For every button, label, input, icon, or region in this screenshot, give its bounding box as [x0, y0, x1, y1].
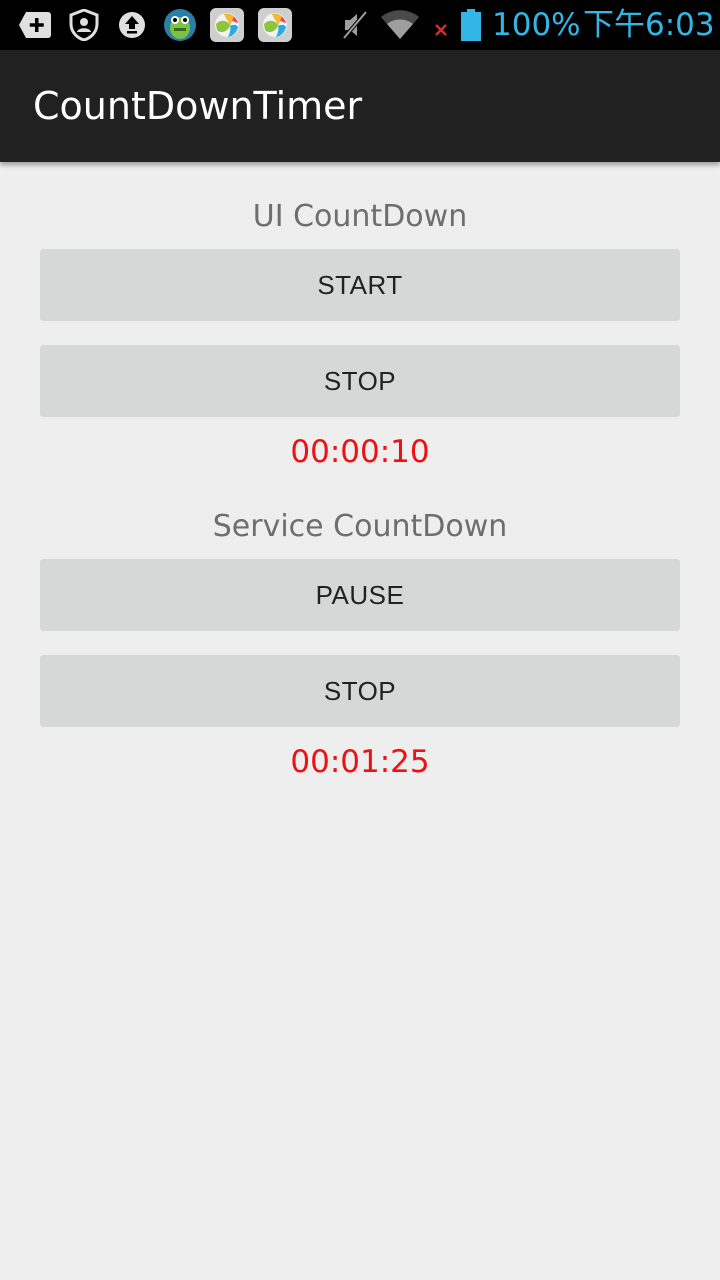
clock: 下午6:03 — [583, 7, 715, 43]
app-title: CountDownTimer — [33, 84, 363, 128]
upload-icon — [115, 8, 149, 42]
no-signal-x-icon — [428, 8, 454, 42]
wifi-icon — [380, 8, 420, 42]
service-stop-button[interactable]: STOP — [40, 655, 680, 727]
battery-percent: 100% — [492, 7, 581, 43]
ui-countdown-title: UI CountDown — [252, 199, 468, 234]
ui-timer-display: 00:00:10 — [290, 434, 430, 470]
ui-start-button[interactable]: START — [40, 249, 680, 321]
action-bar: CountDownTimer — [0, 50, 720, 162]
ball-app-icon — [210, 8, 244, 42]
service-timer-display: 00:01:25 — [290, 744, 430, 780]
frog-app-icon — [163, 8, 197, 42]
battery-icon — [458, 8, 484, 42]
service-pause-button[interactable]: PAUSE — [40, 559, 680, 631]
shield-user-icon — [67, 8, 101, 42]
mute-icon — [338, 8, 372, 42]
add-icon — [18, 8, 52, 42]
ui-stop-button[interactable]: STOP — [40, 345, 680, 417]
service-countdown-title: Service CountDown — [212, 509, 508, 544]
ball-app-icon-2 — [258, 8, 292, 42]
status-bar: 100% 下午6:03 — [0, 0, 720, 50]
